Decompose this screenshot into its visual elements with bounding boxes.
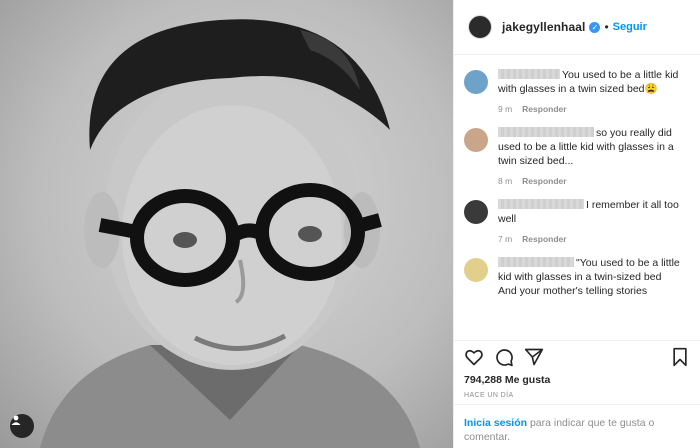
post-photo[interactable] <box>0 0 453 448</box>
post-timestamp: HACE UN DÍA <box>464 392 514 399</box>
redacted-username <box>498 257 574 267</box>
login-prompt: Inicia sesión para indicar que te gusta … <box>454 404 700 448</box>
reply-button[interactable]: Responder <box>522 176 566 186</box>
reply-button[interactable]: Responder <box>522 104 566 114</box>
post-side-panel: jakegyllenhaal ✓ • Seguir You used to be… <box>453 0 700 448</box>
comment-item: "You used to be a little kid with glasse… <box>464 244 690 298</box>
author-username[interactable]: jakegyllenhaal <box>502 20 585 34</box>
comment-item: so you really did used to be a little ki… <box>464 114 690 186</box>
comment-item: I remember it all too well 7 m Responder <box>464 186 690 244</box>
comment-avatar[interactable] <box>464 128 488 152</box>
redacted-username <box>498 127 594 137</box>
reply-button[interactable]: Responder <box>522 234 566 244</box>
redacted-username <box>498 69 560 79</box>
heart-icon[interactable] <box>464 347 484 367</box>
person-icon <box>11 415 21 425</box>
comment-avatar[interactable] <box>464 258 488 282</box>
action-bar <box>454 340 700 370</box>
post-header: jakegyllenhaal ✓ • Seguir <box>454 0 700 55</box>
comment-avatar[interactable] <box>464 70 488 94</box>
comment-avatar[interactable] <box>464 200 488 224</box>
redacted-username <box>498 199 584 209</box>
portrait-illustration <box>40 19 420 448</box>
header-separator: • <box>604 20 609 34</box>
user-tag-button[interactable] <box>10 414 34 438</box>
comment-text: "You used to be a little kid with glasse… <box>498 257 680 297</box>
share-icon[interactable] <box>524 347 544 367</box>
verified-badge-icon: ✓ <box>589 21 601 33</box>
author-avatar[interactable] <box>468 15 492 39</box>
comment-time: 7 m <box>498 234 513 244</box>
comment-list[interactable]: You used to be a little kid with glasses… <box>454 56 700 336</box>
comment-text: I remember it all too well <box>498 199 679 225</box>
comment-text: You used to be a little kid with glasses… <box>498 69 679 95</box>
comment-time: 9 m <box>498 104 513 114</box>
like-count[interactable]: 794,288 Me gusta <box>464 374 550 386</box>
login-link[interactable]: Inicia sesión <box>464 417 527 429</box>
follow-button[interactable]: Seguir <box>613 21 647 33</box>
comment-item: You used to be a little kid with glasses… <box>464 56 690 114</box>
comment-icon[interactable] <box>494 347 514 367</box>
bookmark-icon[interactable] <box>670 347 690 367</box>
comment-time: 8 m <box>498 176 513 186</box>
comment-text: so you really did used to be a little ki… <box>498 127 674 167</box>
